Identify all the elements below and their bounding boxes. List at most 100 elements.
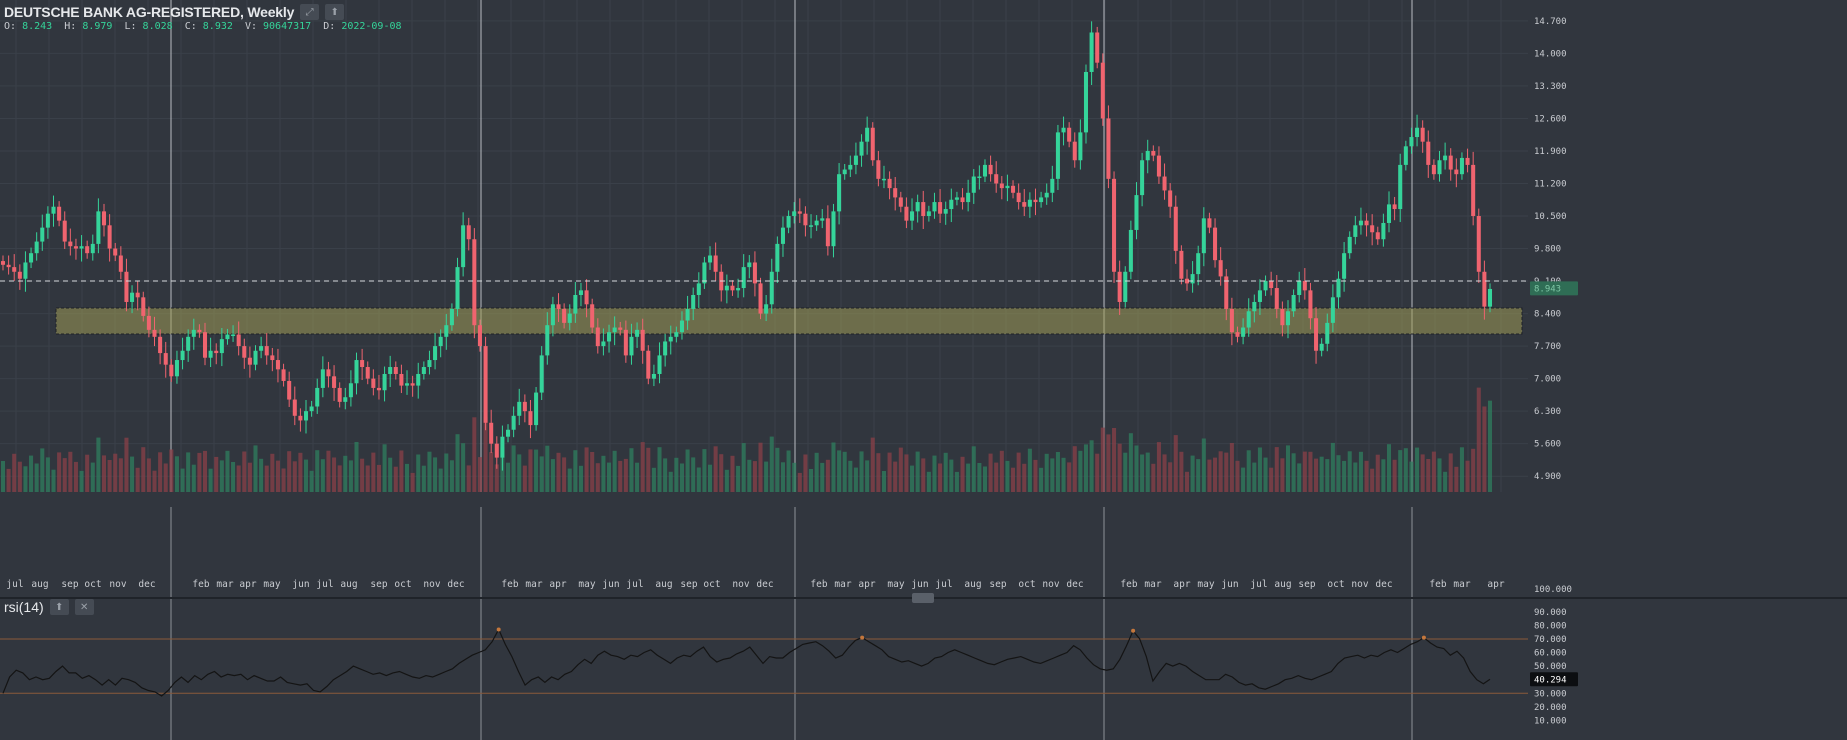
volume-bar: [820, 462, 825, 492]
volume-bar: [1218, 451, 1223, 492]
volume-bar: [303, 459, 309, 492]
volume-bar: [1246, 450, 1251, 492]
grid-lines: [0, 0, 1528, 492]
volume-bar: [691, 457, 696, 492]
candle-body: [865, 127, 870, 142]
high-label: H:: [64, 21, 77, 32]
volume-label: V:: [244, 21, 257, 32]
arrow-up-icon[interactable]: ⬆: [325, 4, 345, 20]
volume-bar: [730, 455, 735, 492]
volume-bar: [1196, 459, 1201, 492]
volume-bar: [887, 452, 892, 492]
candle-body: [303, 411, 309, 421]
volume-bar: [1083, 444, 1089, 492]
candle-body: [1426, 141, 1431, 165]
time-tick-label: sep: [61, 579, 78, 590]
volume-bar: [764, 461, 769, 492]
volume-bar: [528, 449, 533, 492]
volume-bar: [399, 450, 404, 492]
candle-body: [186, 336, 191, 351]
candle-body: [887, 178, 892, 189]
volume-bar: [1162, 454, 1167, 492]
candle-body: [876, 160, 881, 179]
candle-body: [943, 209, 948, 214]
candle-body: [657, 355, 662, 374]
time-tick-label: mar: [216, 579, 233, 590]
candle-body: [62, 220, 67, 242]
candle-body: [326, 369, 331, 377]
volume-bar: [427, 451, 432, 492]
candle-body: [1168, 190, 1173, 207]
volume-bar: [994, 462, 999, 492]
close-icon[interactable]: ✕: [74, 599, 94, 615]
volume-bar: [23, 466, 28, 492]
volume-bar: [1168, 462, 1173, 492]
volume-bar: [1123, 452, 1128, 492]
date-value: 2022-09-08: [341, 21, 402, 32]
candle-body: [45, 213, 50, 228]
candle-body: [1140, 160, 1145, 196]
volume-bar: [197, 452, 202, 492]
time-tick-label: oct: [703, 579, 720, 590]
volume-bar: [1022, 463, 1027, 492]
volume-bar: [539, 456, 544, 492]
candle-body: [635, 329, 640, 337]
volume-bar: [1291, 453, 1296, 492]
time-tick-label: oct: [1018, 579, 1035, 590]
volume-bar: [1140, 454, 1145, 492]
volume-bar: [236, 465, 241, 492]
rsi-overbought-mark: [860, 635, 865, 640]
volume-bar: [1420, 454, 1425, 492]
price-tick-label: 12.600: [1534, 114, 1567, 124]
candle-body: [809, 225, 814, 227]
volume-bar: [792, 462, 797, 492]
time-tick-label: nov: [1042, 579, 1059, 590]
candle-body: [870, 127, 875, 161]
volume-bar: [62, 458, 67, 492]
candle-body: [1308, 290, 1313, 319]
volume-bar: [522, 465, 527, 492]
candle-body: [96, 211, 101, 244]
volume-bar: [567, 468, 572, 492]
volume-bar: [584, 447, 589, 492]
volume-bar: [550, 459, 555, 492]
arrow-up-icon[interactable]: ⬆: [49, 599, 69, 615]
time-tick-label: nov: [109, 579, 126, 590]
support-zone-rect: [55, 307, 1523, 335]
candle-body: [977, 176, 982, 179]
candle-body: [623, 329, 628, 356]
time-tick-label: apr: [1173, 579, 1190, 590]
volume-bar: [130, 456, 135, 492]
candle-body: [893, 188, 898, 198]
volume-bar: [231, 462, 236, 492]
volume-bar: [786, 450, 791, 492]
candle-body: [107, 225, 112, 249]
expand-arrows-icon[interactable]: ⤢: [300, 4, 320, 20]
time-tick-label: mar: [1144, 579, 1161, 590]
volume-bar: [1325, 459, 1330, 492]
candle-body: [1336, 278, 1341, 298]
rsi-tick-label: 20.000: [1534, 703, 1567, 713]
volume-bar: [1302, 451, 1307, 492]
candle-body: [713, 255, 718, 272]
candle-body: [292, 399, 297, 416]
rsi-tick-label: 70.000: [1534, 635, 1567, 645]
candle-body: [949, 199, 954, 210]
volume-bar: [747, 459, 752, 492]
time-tick-label: aug: [31, 579, 48, 590]
volume-bar: [982, 466, 988, 492]
candle-body: [1269, 281, 1274, 289]
candle-body: [146, 315, 151, 330]
candle-body: [427, 360, 432, 368]
time-tick-label: apr: [239, 579, 256, 590]
volume-bar: [292, 461, 297, 492]
candle-body: [1134, 195, 1139, 230]
chart-canvas[interactable]: 14.700 14.000 13.300 12.600 11.900 11.200 10.5…: [0, 0, 1847, 740]
volume-bar: [1274, 447, 1279, 492]
candle-body: [29, 253, 34, 263]
candle-body: [595, 327, 600, 347]
candle-body: [1476, 216, 1481, 272]
volume-bar: [629, 448, 634, 492]
candle-body: [982, 164, 988, 177]
candle-body: [444, 325, 449, 337]
